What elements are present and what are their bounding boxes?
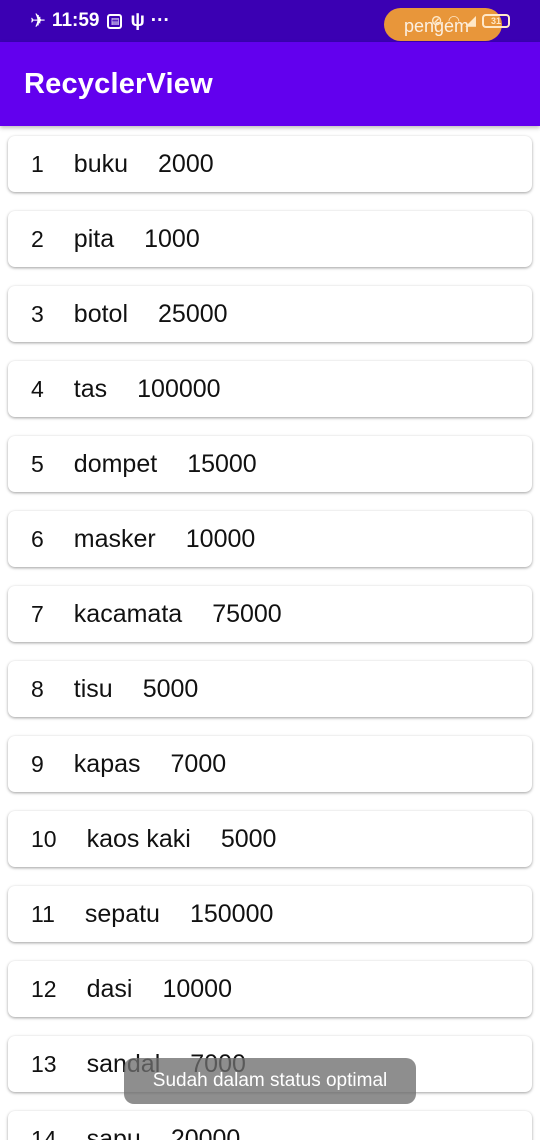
item-price: 20000 — [170, 1124, 241, 1140]
status-bar: ✈ 11:59 ▤ ψ ··· pengem ⊘ ◠ ◢ 31 — [0, 0, 540, 42]
item-price: 25000 — [158, 299, 228, 328]
item-price: 5000 — [142, 674, 199, 703]
item-number: 9 — [31, 750, 44, 777]
list-item[interactable]: 14 sapu 20000 — [8, 1111, 532, 1140]
item-number: 3 — [31, 300, 44, 327]
list-item[interactable]: 10 kaos kaki 5000 — [8, 811, 532, 867]
item-name: kacamata — [73, 599, 183, 628]
toast-message: Sudah dalam status optimal — [124, 1058, 416, 1104]
app-title: RecyclerView — [24, 67, 213, 100]
item-number: 7 — [31, 600, 44, 627]
list-item[interactable]: 5 dompet 15000 — [8, 436, 532, 492]
item-name: pita — [73, 224, 115, 253]
list-item[interactable]: 2 pita 1000 — [8, 211, 532, 267]
status-time: 11:59 — [51, 10, 100, 31]
item-name: dompet — [73, 449, 158, 478]
battery-icon: 31 — [482, 13, 510, 28]
list-item[interactable]: 12 dasi 10000 — [8, 961, 532, 1017]
item-number: 5 — [31, 450, 44, 477]
item-name: sapu — [86, 1124, 141, 1140]
list-item[interactable]: 9 kapas 7000 — [8, 736, 532, 792]
item-name: tas — [73, 374, 108, 403]
more-notifications-icon: ··· — [150, 10, 170, 31]
item-number: 14 — [31, 1125, 57, 1140]
item-name: masker — [73, 524, 156, 553]
item-price: 10000 — [185, 524, 256, 553]
list-item[interactable]: 6 masker 10000 — [8, 511, 532, 567]
airplane-icon: ✈ — [30, 10, 46, 32]
item-price: 5000 — [220, 824, 277, 853]
item-name: dasi — [86, 974, 133, 1003]
item-name: tisu — [73, 674, 113, 703]
item-name: kapas — [73, 749, 141, 778]
item-name: buku — [73, 149, 129, 178]
item-name: sepatu — [84, 899, 160, 928]
app-bar: RecyclerView — [0, 42, 540, 126]
list-item[interactable]: 1 buku 2000 — [8, 136, 532, 192]
recycler-list[interactable]: 1 buku 2000 2 pita 1000 3 botol 25000 4 tas 100000 5… — [0, 126, 540, 1140]
list-item[interactable]: 7 kacamata 75000 — [8, 586, 532, 642]
notification-icon: ▤ — [107, 13, 123, 29]
status-right-icons: ⊘ ◠ ◢ 31 — [431, 12, 510, 29]
item-number: 12 — [31, 975, 57, 1002]
item-number: 6 — [31, 525, 44, 552]
list-item[interactable]: 8 tisu 5000 — [8, 661, 532, 717]
item-name: botol — [73, 299, 129, 328]
item-price: 2000 — [158, 149, 214, 178]
list-item[interactable]: 11 sepatu 150000 — [8, 886, 532, 942]
item-price: 10000 — [162, 974, 232, 1003]
item-price: 15000 — [187, 449, 257, 478]
item-number: 1 — [31, 150, 44, 177]
item-number: 4 — [31, 375, 44, 402]
item-number: 8 — [31, 675, 44, 702]
item-number: 11 — [31, 900, 55, 927]
item-name: kaos kaki — [86, 824, 191, 853]
item-price: 1000 — [144, 224, 200, 253]
list-item[interactable]: 3 botol 25000 — [8, 286, 532, 342]
item-price: 150000 — [189, 899, 274, 928]
item-number: 2 — [31, 225, 44, 252]
item-price: 7000 — [170, 749, 227, 778]
item-number: 10 — [31, 825, 57, 852]
item-number: 13 — [31, 1050, 57, 1077]
wifi-icon: ◠ — [448, 12, 460, 28]
signal-icon: ◢ — [465, 12, 476, 28]
toast-text: Sudah dalam status optimal — [152, 1070, 388, 1091]
item-price: 100000 — [137, 374, 221, 403]
vibrate-off-icon: ⊘ — [430, 12, 443, 28]
item-price: 75000 — [212, 599, 282, 628]
list-item[interactable]: 4 tas 100000 — [8, 361, 532, 417]
usb-icon: ψ — [130, 10, 145, 31]
